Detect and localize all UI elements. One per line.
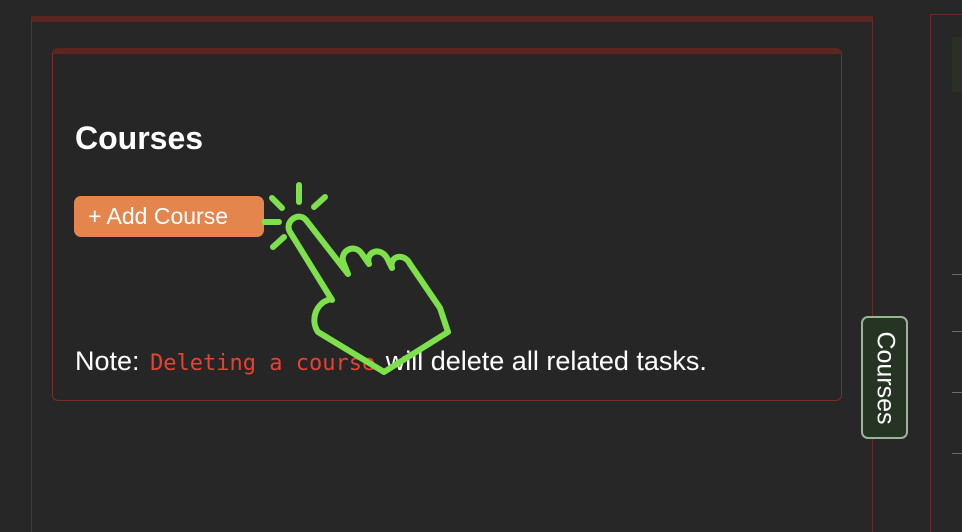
page-title: Courses [75,120,204,156]
right-panel-divider [952,392,962,393]
page: Courses + Add Course Note: Deleting a co… [0,0,962,532]
delete-note: Note: Deleting a course will delete all … [75,344,707,381]
side-tab-courses[interactable]: Courses [861,316,908,439]
note-suffix: will delete all related tasks. [385,346,707,376]
right-panel-accent [952,37,962,92]
right-panel-divider [952,453,962,454]
right-panel-divider [952,274,962,275]
side-tab-label: Courses [871,330,899,425]
courses-card: Courses + Add Course Note: Deleting a co… [52,48,842,401]
note-prefix: Note: [75,346,140,376]
add-course-button[interactable]: + Add Course [74,196,264,237]
right-panel-divider [952,331,962,332]
note-code: Deleting a course [150,351,376,376]
